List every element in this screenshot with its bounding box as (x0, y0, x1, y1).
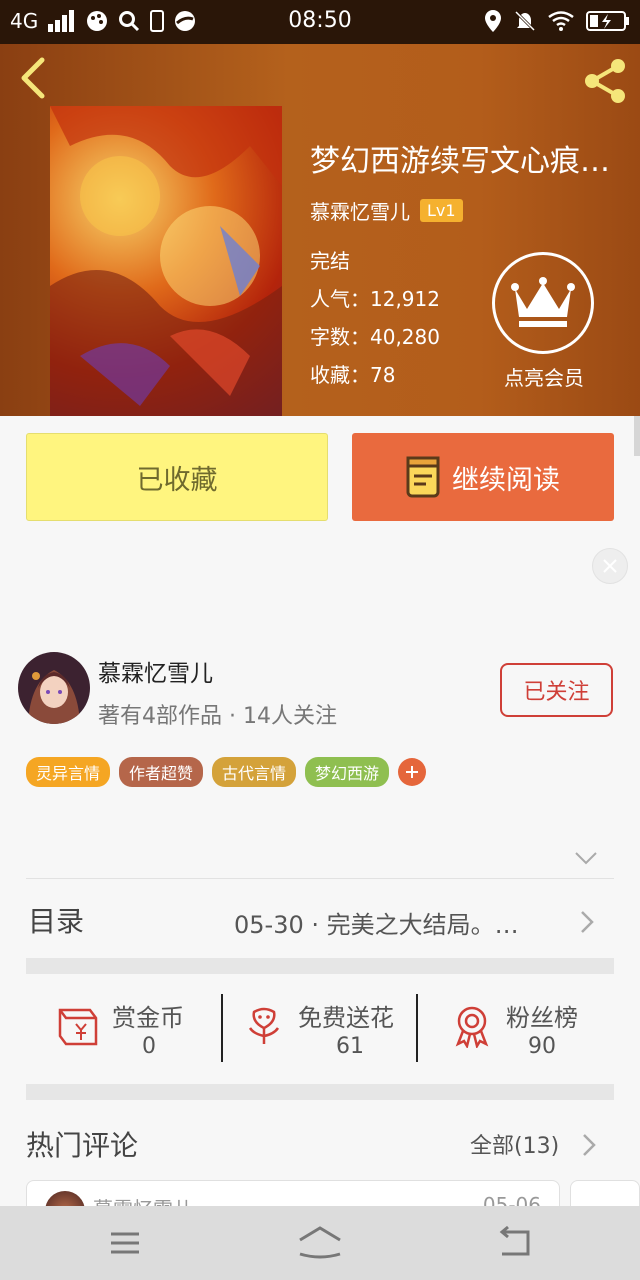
status-right (484, 9, 630, 33)
book-header: 梦幻西游续写文心痕… 慕霖忆雪儿 Lv1 完结 人气：12,912 字数：40,… (0, 44, 640, 416)
section-separator (26, 958, 614, 974)
chevron-down-icon (575, 852, 597, 865)
book-title: 梦幻西游续写文心痕… (310, 144, 610, 179)
chevron-left-icon (21, 57, 45, 99)
tag-item[interactable]: 古代言情 (212, 757, 297, 787)
free-flowers[interactable]: 免费送花 61 (242, 994, 412, 1064)
collected-button[interactable]: 已收藏 (26, 433, 328, 521)
book-cover[interactable] (50, 106, 282, 416)
vip-circle (492, 252, 594, 354)
continue-reading-button[interactable]: 继续阅读 (352, 433, 614, 521)
share-icon (585, 59, 625, 103)
return-icon (499, 1225, 530, 1256)
vip-button[interactable]: 点亮会员 (492, 252, 596, 391)
book-icon (406, 456, 440, 498)
favorites-row: 收藏：78 (310, 356, 440, 394)
reward-coins-value: 0 (142, 1034, 156, 1059)
mute-icon (514, 10, 536, 32)
favorites-label: 收藏： (310, 363, 370, 387)
vip-label: 点亮会员 (504, 366, 584, 390)
latest-chapter[interactable]: 05-30 · 完美之大结局。… (234, 905, 564, 940)
catalog-arrow[interactable] (580, 910, 594, 938)
author-avatar[interactable] (18, 652, 90, 724)
favorites-value: 78 (370, 363, 396, 387)
book-status: 完结 (310, 249, 350, 273)
all-comments-arrow[interactable] (582, 1133, 596, 1161)
author-name[interactable]: 慕霖忆雪儿 (98, 654, 213, 688)
level-badge: Lv1 (420, 199, 463, 222)
tag-list: 灵异言情 作者超赞 古代言情 梦幻西游 (26, 757, 427, 787)
book-meta: 完结 人气：12,912 字数：40,280 收藏：78 (310, 242, 440, 394)
free-flowers-value: 61 (336, 1034, 364, 1059)
add-tag-button[interactable] (398, 758, 427, 786)
fan-ranking[interactable]: 粉丝榜 90 (450, 994, 600, 1064)
wifi-icon (548, 11, 574, 31)
status-bar: 4G 08:50 (0, 0, 640, 44)
tag-item[interactable]: 梦幻西游 (305, 757, 390, 787)
share-button[interactable] (580, 56, 630, 106)
fan-ranking-label: 粉丝榜 (506, 1004, 578, 1032)
avatar-image (18, 652, 90, 724)
follow-button[interactable]: 已关注 (500, 663, 613, 717)
divider (26, 878, 614, 879)
free-flowers-label: 免费送花 (298, 1004, 394, 1032)
menu-icon (111, 1232, 139, 1254)
scrollbar[interactable] (634, 416, 640, 456)
back-button[interactable] (14, 56, 54, 100)
word-count-value: 40,280 (370, 325, 440, 349)
close-icon (603, 559, 617, 573)
popularity-value: 12,912 (370, 287, 440, 311)
crown-icon (511, 277, 575, 327)
continue-reading-label: 继续阅读 (452, 464, 560, 496)
reward-coins[interactable]: 赏金币 0 (56, 994, 216, 1064)
book-author-row: 慕霖忆雪儿 Lv1 (310, 196, 463, 225)
chevron-right-icon (583, 1134, 596, 1156)
catalog-label[interactable]: 目录 (28, 900, 84, 940)
medal-icon (455, 1006, 489, 1048)
battery-icon (586, 11, 629, 31)
reward-coins-label: 赏金币 (112, 1004, 184, 1032)
tag-item[interactable]: 灵异言情 (26, 757, 111, 787)
hot-comments-title: 热门评论 (26, 1129, 139, 1162)
popularity-row: 人气：12,912 (310, 280, 440, 318)
fan-ranking-value: 90 (528, 1034, 556, 1059)
flower-icon (248, 1007, 280, 1044)
back-nav-button[interactable] (490, 1224, 538, 1262)
author-info: 著有4部作品 · 14人关注 (98, 704, 337, 729)
plus-icon (406, 766, 419, 778)
popularity-label: 人气： (310, 287, 370, 311)
divider (221, 994, 223, 1062)
divider (416, 994, 418, 1062)
home-button[interactable] (296, 1224, 344, 1262)
all-comments-link[interactable]: 全部(13) (470, 1128, 559, 1160)
word-count-row: 字数：40,280 (310, 318, 440, 356)
red-envelope-icon (58, 1008, 98, 1046)
menu-button[interactable] (101, 1224, 149, 1262)
cover-art (50, 106, 282, 416)
tag-item[interactable]: 作者超赞 (119, 757, 204, 787)
book-author[interactable]: 慕霖忆雪儿 (310, 196, 410, 225)
home-icon (299, 1226, 341, 1259)
expand-button[interactable] (574, 850, 598, 866)
section-separator (26, 1084, 614, 1100)
close-button[interactable] (592, 548, 628, 584)
location-icon (485, 10, 501, 32)
word-count-label: 字数： (310, 325, 370, 349)
system-nav-bar (0, 1206, 640, 1280)
chevron-right-icon (581, 911, 594, 933)
